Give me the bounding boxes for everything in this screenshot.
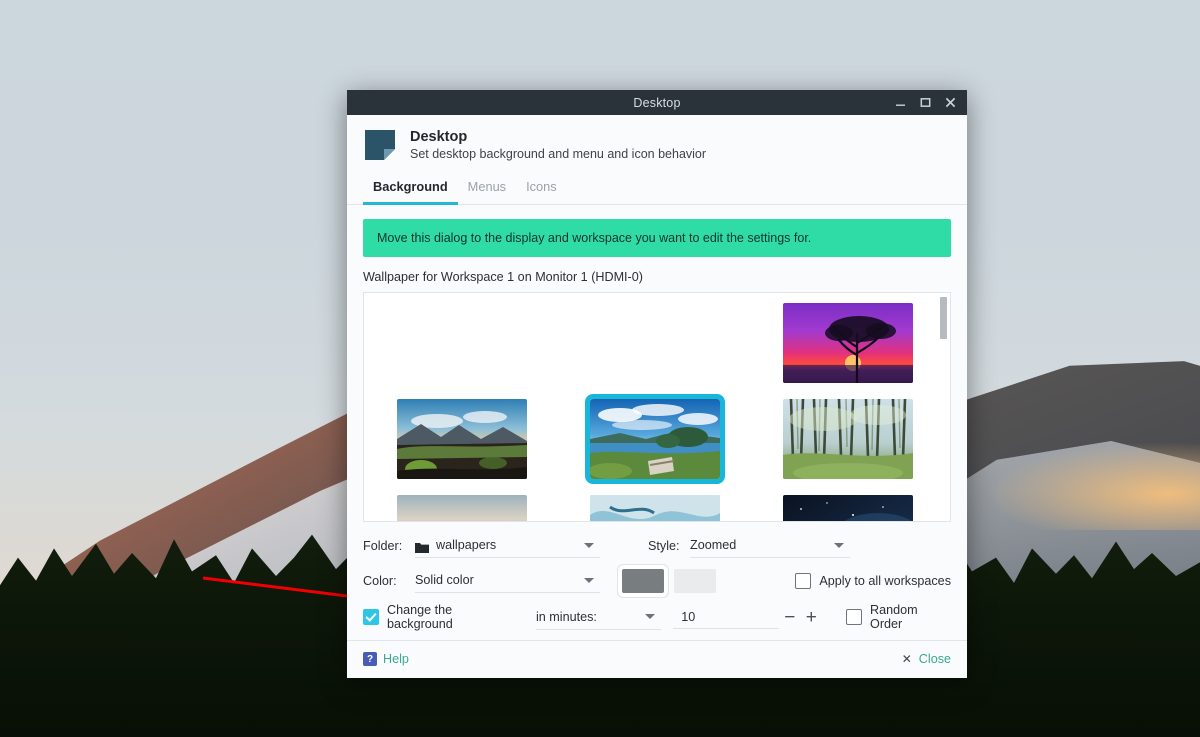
apply-all-workspaces-checkbox[interactable]: Apply to all workspaces	[795, 572, 951, 589]
dialog-body: Move this dialog to the display and work…	[347, 205, 967, 640]
interval-unit-value: in minutes:	[535, 609, 597, 624]
wallpaper-section-label: Wallpaper for Workspace 1 on Monitor 1 (…	[363, 270, 643, 284]
folder-icon	[415, 540, 429, 553]
wallpaper-scrollbar[interactable]	[940, 294, 949, 520]
change-background-row: Change the background in minutes: 10 − +…	[363, 603, 951, 631]
close-label: Close	[918, 652, 951, 666]
wallpaper-thumb-calm-sea-rocks[interactable]	[397, 495, 528, 521]
change-the-background-box[interactable]	[363, 609, 379, 625]
page-title: Desktop	[410, 129, 468, 145]
page-subtitle: Set desktop background and menu and icon…	[410, 147, 707, 161]
color-swatches	[622, 568, 716, 593]
window-title: Desktop	[633, 95, 681, 110]
interval-increment-button[interactable]: +	[801, 608, 823, 627]
style-dropdown[interactable]: Zoomed	[690, 533, 850, 558]
wallpaper-thumb-abstract-blue-paint[interactable]	[589, 495, 720, 521]
header-text-group: Desktop Set desktop background and menu …	[410, 129, 706, 161]
change-the-background-checkbox[interactable]: Change the background	[363, 603, 518, 631]
secondary-color-swatch[interactable]	[674, 568, 716, 593]
close-x-icon: ✕	[901, 652, 912, 666]
folder-style-row: Folder: wallpapers Style: Zoomed	[363, 533, 951, 558]
apply-all-workspaces-box[interactable]	[795, 572, 812, 589]
wallpaper-thumb-misty-birch-forest[interactable]	[782, 399, 913, 479]
style-label: Style:	[648, 538, 680, 553]
maximize-icon[interactable]	[919, 97, 931, 109]
desktop-settings-window: Desktop Desktop Set desktop background a…	[347, 90, 967, 678]
wallpaper-thumb-empty-slot-1[interactable]	[397, 303, 527, 383]
wallpaper-thumb-dark-night-sky[interactable]	[782, 495, 913, 521]
chevron-down-icon	[584, 542, 594, 548]
dialog-footer: ? Help ✕ Close	[347, 640, 967, 678]
window-titlebar[interactable]: Desktop	[347, 90, 967, 115]
tab-menus[interactable]: Menus	[458, 173, 516, 205]
wallpaper-thumb-dunes-mountain-landscape[interactable]	[397, 399, 528, 479]
wallpaper-thumb-empty-slot-2[interactable]	[590, 303, 720, 383]
change-the-background-label: Change the background	[387, 603, 453, 631]
tab-bar: Background Menus Icons	[347, 173, 967, 205]
interval-value-input[interactable]: 10	[673, 605, 779, 629]
info-banner: Move this dialog to the display and work…	[363, 219, 951, 257]
color-label: Color:	[363, 573, 397, 588]
wallpaper-grid	[364, 293, 950, 521]
chevron-down-icon	[834, 542, 844, 548]
help-label: Help	[383, 652, 409, 666]
wallpaper-list[interactable]	[363, 292, 951, 522]
style-value: Zoomed	[690, 538, 737, 552]
wallpaper-thumb-blue-lake-bay-bench[interactable]	[584, 394, 725, 484]
folder-dropdown[interactable]: wallpapers	[415, 533, 600, 558]
color-value: Solid color	[415, 573, 474, 587]
scrollbar-thumb[interactable]	[940, 297, 947, 339]
random-order-label: Random Order	[870, 603, 918, 631]
minimize-icon[interactable]	[894, 97, 906, 109]
random-order-box[interactable]	[846, 609, 863, 625]
sunset-glow	[980, 440, 1200, 530]
color-dropdown[interactable]: Solid color	[415, 568, 600, 593]
desktop-icon	[363, 128, 397, 162]
chevron-down-icon	[645, 614, 656, 619]
window-buttons	[894, 97, 967, 109]
chevron-down-icon	[584, 577, 594, 583]
help-button[interactable]: ? Help	[363, 652, 409, 666]
folder-value: wallpapers	[436, 538, 497, 552]
settings-controls: Folder: wallpapers Style: Zoomed Color:	[363, 522, 951, 640]
interval-unit-dropdown[interactable]: in minutes:	[535, 605, 662, 630]
tab-background[interactable]: Background	[363, 173, 458, 205]
question-mark-icon: ?	[363, 652, 377, 666]
primary-color-swatch[interactable]	[622, 568, 664, 593]
wallpaper-thumb-purple-sunset-tree[interactable]	[782, 303, 913, 383]
close-icon[interactable]	[944, 97, 956, 109]
tab-icons[interactable]: Icons	[516, 173, 567, 205]
close-button[interactable]: ✕ Close	[902, 652, 951, 666]
folder-label: Folder:	[363, 538, 403, 553]
dialog-header: Desktop Set desktop background and menu …	[347, 115, 967, 173]
random-order-checkbox[interactable]: Random Order	[846, 603, 951, 631]
interval-decrement-button[interactable]: −	[779, 608, 801, 627]
color-row: Color: Solid color Apply to all workspac…	[363, 568, 951, 593]
apply-all-workspaces-label: Apply to all workspaces	[819, 573, 951, 588]
